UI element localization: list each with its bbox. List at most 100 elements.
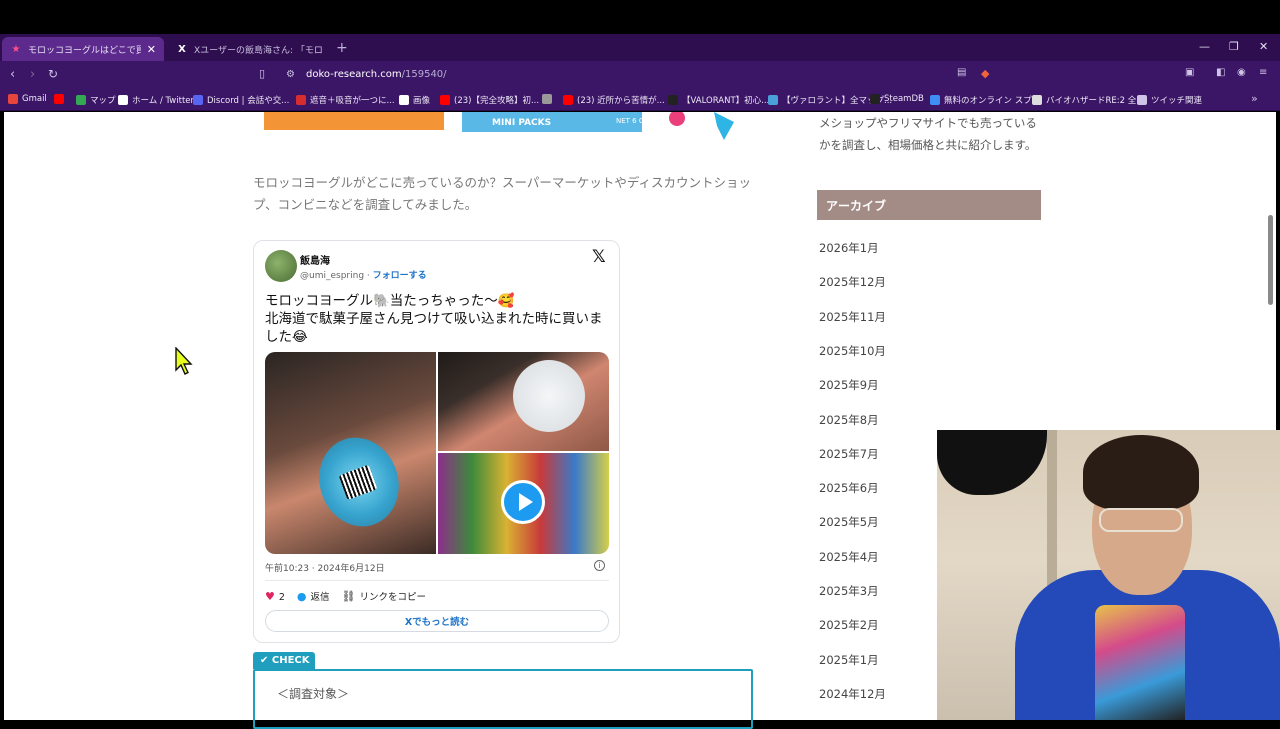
bookmark-favicon-icon: [542, 94, 552, 104]
wallet-icon[interactable]: ▣: [1185, 67, 1194, 78]
archive-link[interactable]: 2025年6月: [819, 480, 879, 496]
menu-icon[interactable]: ≡: [1259, 67, 1267, 78]
tab-title: モロッコヨーグルはどこで買える？スーパ: [28, 45, 141, 56]
url-host: doko-research.com: [306, 69, 402, 80]
reader-mode-icon[interactable]: ▤: [957, 67, 966, 78]
bookmark-item[interactable]: ツイッチ関連: [1137, 94, 1202, 106]
archive-link[interactable]: 2025年12月: [819, 274, 886, 290]
new-tab-plus-icon[interactable]: +: [336, 40, 348, 56]
bookmark-label: ツイッチ関連: [1151, 96, 1203, 106]
tweet-actions: ♥ 2 ● 返信 ⛓ リンクをコピー: [265, 589, 426, 604]
archive-link[interactable]: 2024年12月: [819, 686, 886, 702]
banner-mini-packs: MINI PACKS: [492, 118, 551, 128]
check-box: ＜調査対象＞: [253, 669, 753, 729]
copy-link-action[interactable]: ⛓ リンクをコピー: [342, 589, 426, 603]
archive-link[interactable]: 2025年10月: [819, 343, 886, 359]
minimize-icon[interactable]: —: [1199, 40, 1210, 53]
bookmark-item[interactable]: マップ: [76, 94, 116, 106]
archive-link[interactable]: 2025年9月: [819, 377, 879, 393]
back-icon[interactable]: ‹: [10, 67, 15, 82]
bookmark-item[interactable]: 画像: [399, 94, 430, 106]
tweet-timestamp[interactable]: 午前10:23 · 2024年6月12日: [265, 561, 385, 574]
bookmark-label: ホーム / Twitter: [132, 96, 195, 106]
reply-bubble-icon: ●: [296, 590, 307, 603]
bookmark-item[interactable]: [54, 94, 68, 104]
bookmark-favicon-icon: [563, 95, 573, 105]
screen-top-black-band: [0, 0, 1280, 34]
reply-label: 返信: [310, 592, 330, 603]
bookmark-favicon-icon: [296, 95, 306, 105]
bookmark-favicon-icon: [76, 95, 86, 105]
copy-link-label: リンクをコピー: [359, 592, 427, 603]
archive-link[interactable]: 2025年3月: [819, 583, 879, 599]
more-bookmarks-icon[interactable]: »: [1251, 92, 1258, 105]
mouse-cursor-icon: [175, 347, 193, 375]
bookmark-label: (23) 近所から苦情が...: [577, 96, 665, 106]
bookmark-item[interactable]: Gmail: [8, 94, 47, 104]
archive-link[interactable]: 2025年5月: [819, 514, 879, 530]
archive-link[interactable]: 2025年4月: [819, 549, 879, 565]
like-action[interactable]: ♥ 2: [265, 590, 285, 603]
article-lead-text: モロッコヨーグルがどこに売っているのか？スーパーマーケットやディスカウントショッ…: [253, 175, 752, 212]
play-video-icon[interactable]: [501, 480, 545, 524]
close-tab-icon[interactable]: ✕: [147, 43, 156, 56]
tab-active[interactable]: ★ モロッコヨーグルはどこで買える？スーパ ✕: [2, 37, 164, 61]
follow-link[interactable]: フォローする: [373, 271, 427, 281]
bookmark-favicon-icon: [768, 95, 778, 105]
archive-link[interactable]: 2025年2月: [819, 617, 879, 633]
bookmark-item[interactable]: 無料のオンライン スプ...: [930, 94, 1040, 106]
bookmark-favicon-icon: [870, 94, 880, 104]
archive-link[interactable]: 2025年8月: [819, 412, 879, 428]
archive-link[interactable]: 2025年7月: [819, 446, 879, 462]
bookmark-item[interactable]: 遮音＋吸音が一つに...: [296, 94, 395, 106]
check-box-label: ✔ CHECK: [253, 652, 315, 669]
x-favicon-icon: X: [178, 43, 186, 55]
bookmark-item[interactable]: バイオハザードRE:2 全...: [1032, 94, 1144, 106]
bookmark-label: マップ: [90, 96, 116, 106]
maximize-icon[interactable]: ❐: [1229, 40, 1239, 53]
close-window-icon[interactable]: ✕: [1259, 40, 1268, 53]
bookmark-item[interactable]: (23)【完全攻略】初...: [440, 94, 539, 106]
bookmark-label: 【VALORANT】初心...: [682, 96, 770, 106]
reply-action[interactable]: ● 返信: [297, 589, 330, 603]
bookmark-label: Gmail: [22, 94, 47, 104]
archive-link[interactable]: 2026年1月: [819, 240, 879, 256]
embedded-tweet-card[interactable]: 飯島海 @umi_espring · フォローする 𝕏 モロッコヨーグル🐘当たっ…: [253, 240, 620, 643]
bookmark-item[interactable]: SteamDB: [870, 94, 924, 104]
brave-shield-icon[interactable]: ◆: [981, 67, 989, 80]
webcam-overlay: [937, 430, 1280, 720]
reload-icon[interactable]: ↻: [48, 67, 58, 81]
sidebar-toggle-icon[interactable]: ◧: [1216, 67, 1225, 78]
bookmark-label: 遮音＋吸音が一つに...: [310, 96, 395, 106]
avatar[interactable]: [265, 250, 297, 282]
forward-icon[interactable]: ›: [30, 67, 35, 82]
bookmark-label: バイオハザードRE:2 全...: [1046, 96, 1145, 106]
divider: [265, 580, 609, 581]
bookmark-item[interactable]: (23) 近所から苦情が...: [563, 94, 665, 106]
tweet-author-name[interactable]: 飯島海: [300, 252, 330, 267]
tweet-photo-blue-cup[interactable]: [265, 352, 436, 554]
vpn-icon[interactable]: ◉: [1237, 67, 1246, 78]
info-icon[interactable]: i: [594, 560, 605, 571]
bookmark-icon[interactable]: ▯: [259, 67, 265, 80]
tweet-media-grid[interactable]: [265, 352, 609, 554]
bookmark-favicon-icon: [8, 94, 18, 104]
read-more-on-x-button[interactable]: Xでもっと読む: [265, 610, 609, 632]
address-bar[interactable]: doko-research.com/159540/: [306, 69, 447, 80]
archive-link[interactable]: 2025年1月: [819, 652, 879, 668]
bookmark-item[interactable]: ホーム / Twitter: [118, 94, 194, 106]
x-logo-icon[interactable]: 𝕏: [592, 247, 606, 267]
archive-link[interactable]: 2025年11月: [819, 309, 886, 325]
url-path: /159540/: [401, 69, 447, 80]
bookmark-item[interactable]: Discord | 会話や交...: [193, 94, 289, 106]
bookmark-favicon-icon: [440, 95, 450, 105]
tweet-photo-white-cup[interactable]: [438, 352, 609, 451]
site-settings-icon[interactable]: ⚙: [286, 69, 295, 80]
heart-icon: ♥: [265, 589, 275, 603]
scrollbar-thumb[interactable]: [1268, 215, 1273, 305]
bookmark-label: Discord | 会話や交...: [207, 96, 290, 106]
bookmark-item[interactable]: [542, 94, 556, 104]
bookmark-item[interactable]: 【VALORANT】初心...: [668, 94, 769, 106]
tweet-handle[interactable]: @umi_espring: [300, 271, 364, 281]
tab-inactive[interactable]: X Xユーザーの飯島海さん: 「モロッコヨーグル発: [168, 37, 330, 61]
